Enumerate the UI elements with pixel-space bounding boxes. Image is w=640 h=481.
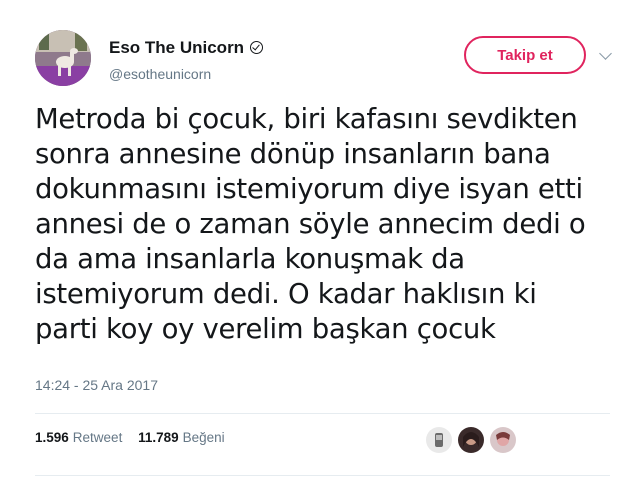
like-count[interactable]: 11.789 — [138, 430, 179, 445]
tweet-text-line: dokunmasını istemiyorum diye isyan etti — [35, 173, 583, 205]
tweet-text-line: parti koy oy verelim başkan çocuk — [35, 313, 496, 345]
avatar-image — [35, 30, 91, 86]
tweet-timestamp[interactable]: 14:24 - 25 Ara 2017 — [35, 377, 158, 393]
liker-avatar-image — [458, 427, 484, 453]
engagement-stats: 1.596 Retweet 11.789 Beğeni — [35, 430, 237, 445]
tweet-text-line: istemiyorum dedi. O kadar haklısın ki — [35, 278, 537, 310]
tweet-header: Eso The Unicorn @esotheunicorn Takip et — [35, 30, 615, 90]
liker-avatar-image — [490, 427, 516, 453]
liker-avatar-image — [426, 427, 452, 453]
tweet-text-line: da ama insanlarla konuşmak da — [35, 243, 465, 275]
retweet-label[interactable]: Retweet — [73, 430, 123, 445]
chevron-down-icon[interactable] — [599, 47, 612, 60]
avatar[interactable] — [35, 30, 91, 86]
liker-avatar[interactable] — [489, 426, 517, 454]
retweet-count[interactable]: 1.596 — [35, 430, 69, 445]
tweet-text-line: sonra annesine dönüp insanların bana — [35, 138, 551, 170]
username[interactable]: @esotheunicorn — [109, 66, 211, 82]
liker-avatar[interactable] — [457, 426, 485, 454]
tweet-text-line: Metroda bi çocuk, biri kafasını sevdikte… — [35, 103, 578, 135]
liker-avatar[interactable] — [425, 426, 453, 454]
divider — [35, 413, 610, 414]
tweet-text-line: annesi de o zaman söyle annecim dedi o — [35, 208, 586, 240]
display-name[interactable]: Eso The Unicorn — [109, 38, 264, 58]
verified-badge-icon — [250, 41, 264, 54]
follow-button[interactable]: Takip et — [464, 36, 586, 74]
like-label[interactable]: Beğeni — [183, 430, 225, 445]
divider — [35, 475, 610, 476]
display-name-text: Eso The Unicorn — [109, 38, 245, 57]
tweet-text: Metroda bi çocuk, biri kafasını sevdikte… — [35, 102, 615, 347]
